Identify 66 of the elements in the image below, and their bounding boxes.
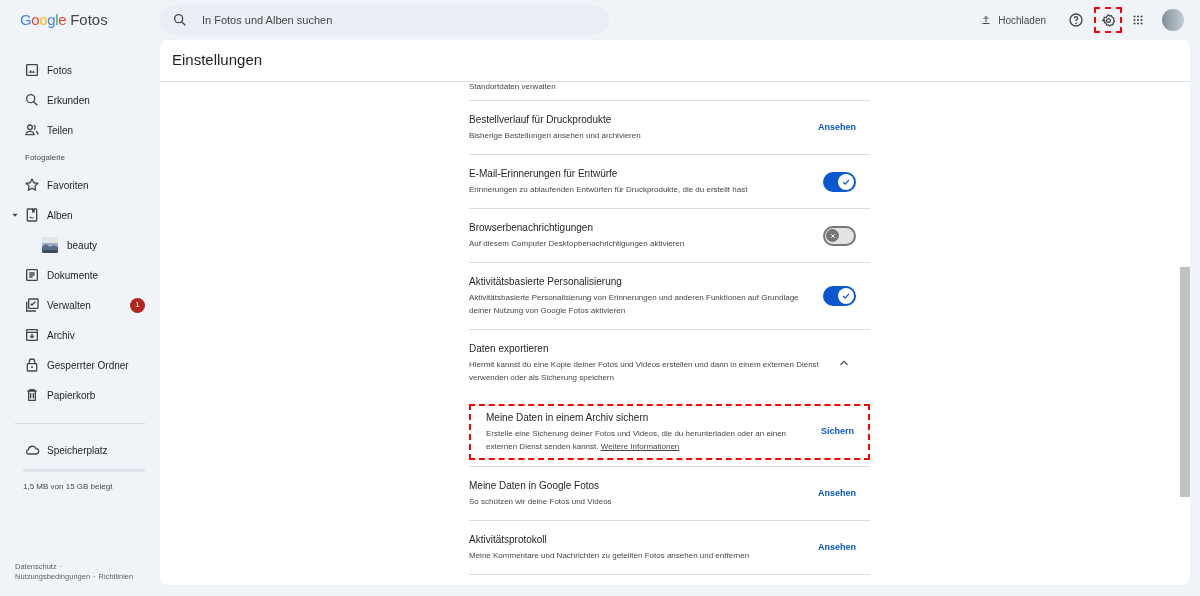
lock-icon (24, 357, 40, 373)
nav-item[interactable]: Favoriten (0, 170, 160, 200)
settings-icon (1100, 12, 1116, 28)
view-button[interactable]: Ansehen (818, 486, 856, 501)
trash-icon (24, 387, 40, 403)
search-icon (24, 92, 40, 108)
setting-description: Erstelle eine Sicherung deiner Fotos und Videos, die du herunterladen oder an einen externen Dienst senden kannst. Weitere Informationen (486, 428, 788, 453)
nav-item[interactable]: beauty (0, 230, 160, 260)
backup-button[interactable]: Sichern (821, 425, 854, 439)
nav-item[interactable]: Speicherplatz (0, 435, 160, 465)
nav-item[interactable]: Archiv (0, 320, 160, 350)
avatar[interactable] (1162, 9, 1184, 31)
close-icon (828, 231, 837, 240)
help-icon (1068, 12, 1084, 28)
check-icon (841, 291, 851, 301)
google-logo: Google (20, 9, 67, 30)
view-button[interactable]: Ansehen (818, 540, 856, 555)
search-icon (172, 12, 188, 28)
nav-item[interactable]: Erkunden (0, 85, 160, 115)
setting-title: Meine Daten in Google Fotos (469, 479, 601, 493)
setting-title: Browserbenachrichtigungen (469, 221, 594, 235)
nav-item[interactable]: Teilen (0, 115, 160, 145)
info-link[interactable]: Weitere Informationen (600, 442, 680, 451)
section-label: Fotogalerie (24, 151, 67, 164)
setting-description: Aktivitätsbasierte Personalisierung von Erinnerungen und anderen Funktionen auf Grundlage deiner Nutzung von Google Fotos aktivieren (469, 292, 800, 317)
people-icon (24, 122, 40, 138)
archive-icon (24, 327, 40, 343)
storage-usage: 1,5 MB von 15 GB belegt (23, 481, 114, 493)
setting-title: Aktivitätsprotokoll (469, 533, 548, 547)
nav-item[interactable]: Papierkorb (0, 380, 160, 410)
view-button[interactable]: Ansehen (818, 120, 856, 135)
setting-description: Erinnerungen zu ablaufenden Entwürfen für Druckprodukte, die du erstellt hast (469, 184, 749, 196)
apps-icon (1131, 13, 1145, 27)
scrollbar-thumb[interactable] (1180, 267, 1190, 497)
search-field[interactable]: In Fotos und Alben suchen (160, 5, 609, 35)
album-icon (24, 207, 40, 223)
setting-title: E-Mail-Erinnerungen für Entwürfe (469, 167, 619, 181)
setting-description: Auf diesem Computer Desktopbenachrichtigungen aktivieren (469, 238, 686, 250)
star-icon (24, 177, 40, 193)
setting-description: Bisherige Bestellungen ansehen und archivieren (469, 130, 642, 142)
toggle-switch[interactable] (823, 286, 856, 306)
nav-item[interactable]: Verwalten 1 (0, 290, 160, 320)
toggle-switch[interactable] (823, 225, 856, 246)
upload-button[interactable]: Hochladen (972, 5, 1054, 35)
setting-description: Standortdaten verwalten (469, 82, 556, 92)
setting-title: Aktivitätsbasierte Personalisierung (469, 275, 623, 289)
nav-item[interactable]: Gesperrter Ordner (0, 350, 160, 380)
nav-item[interactable]: Alben (0, 200, 160, 230)
notification-badge: 1 (130, 297, 145, 313)
upload-icon (980, 14, 993, 26)
settings-button[interactable] (1094, 7, 1122, 33)
setting-description: Hiermit kannst du eine Kopie deiner Fotos und Videos erstellen und dann in einem externen Dienst verwenden oder als Sicherung speichern (469, 359, 820, 384)
page-title: Einstellungen (172, 50, 263, 71)
setting-description: Meine Kommentare und Nachrichten zu geteilten Fotos ansehen und entfernen (469, 550, 751, 562)
app-name: Fotos (70, 9, 108, 30)
setting-title: Bestellverlauf für Druckprodukte (469, 113, 613, 127)
nav-item[interactable]: Dokumente (0, 260, 160, 290)
nav-item[interactable]: Fotos (0, 55, 160, 85)
help-button[interactable] (1066, 10, 1086, 30)
toggle-switch[interactable] (823, 171, 856, 192)
document-icon (24, 267, 40, 283)
setting-description: So schützen wir deine Fotos und Videos (469, 496, 613, 508)
setting-title: Meine Daten in einem Archiv sichern (486, 411, 650, 425)
image-icon (24, 62, 40, 78)
setting-title: Daten exportieren (469, 342, 550, 356)
checklist-icon (24, 297, 40, 313)
